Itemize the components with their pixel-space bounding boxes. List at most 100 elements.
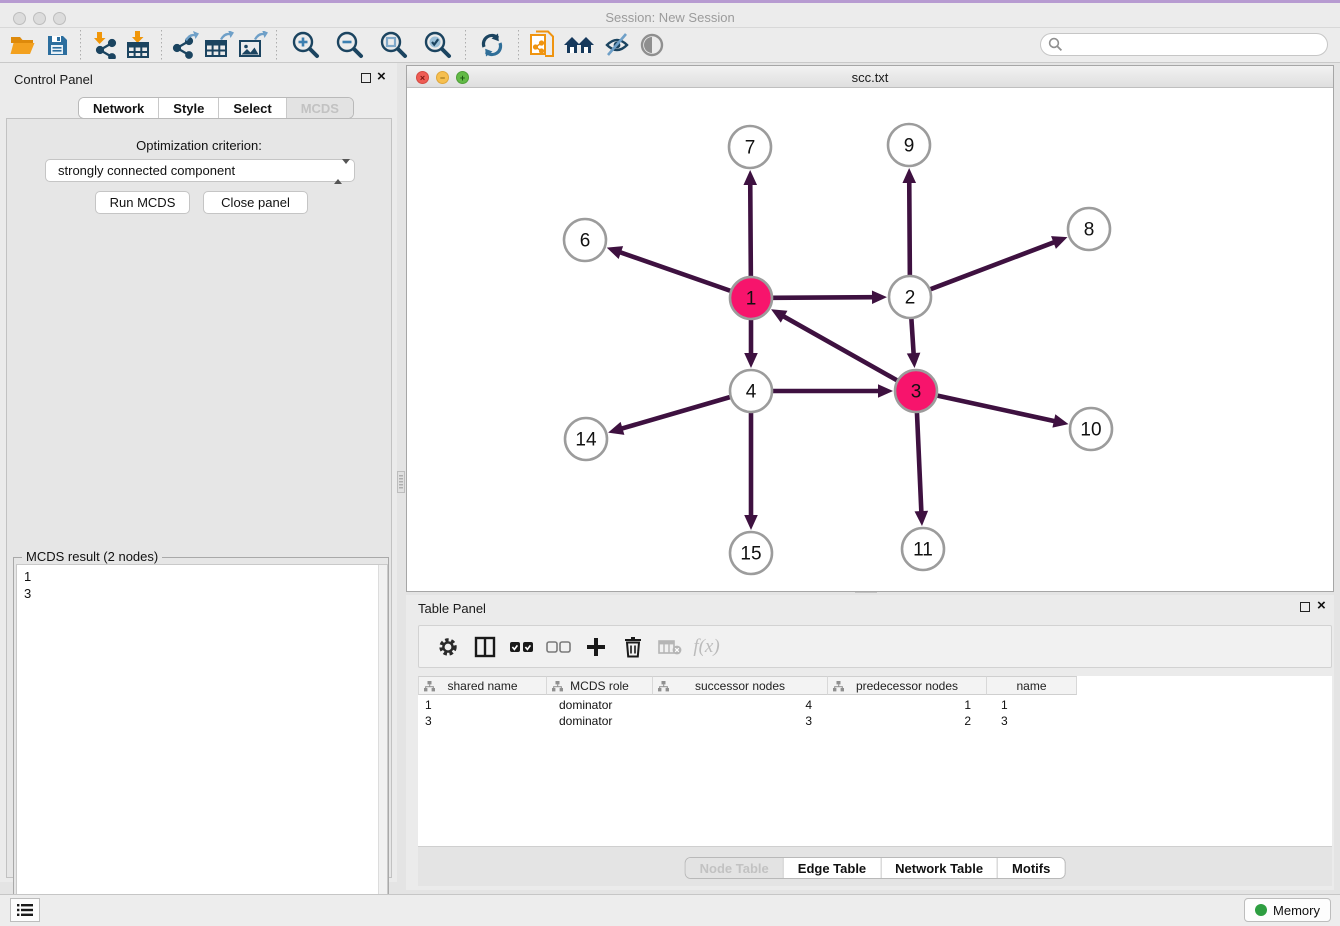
control-panel-title: Control Panel bbox=[14, 72, 93, 87]
graph-node-label: 15 bbox=[740, 544, 761, 565]
task-history-button[interactable] bbox=[10, 898, 40, 922]
table-row[interactable]: 1dominator411 bbox=[418, 697, 1332, 713]
mcds-result-text[interactable]: 1 3 bbox=[16, 564, 388, 926]
tab-select[interactable]: Select bbox=[218, 98, 285, 118]
column-header-name[interactable]: name bbox=[987, 676, 1077, 695]
graph-edge-arrowhead bbox=[743, 170, 757, 185]
tab-mcds[interactable]: MCDS bbox=[286, 98, 353, 118]
column-header-shared-name[interactable]: shared name bbox=[418, 676, 547, 695]
tab-edge-table[interactable]: Edge Table bbox=[783, 858, 880, 878]
close-panel-icon[interactable]: × bbox=[377, 69, 386, 85]
graph-edge-3-10[interactable] bbox=[937, 396, 1056, 422]
column-header-successor-nodes[interactable]: successor nodes bbox=[653, 676, 828, 695]
graph-edge-arrowhead bbox=[608, 422, 624, 435]
dropdown-stepper-icon bbox=[334, 164, 346, 179]
graph-edge-arrowhead bbox=[744, 515, 758, 530]
import-network-icon[interactable] bbox=[87, 29, 121, 61]
network-window-titlebar[interactable]: × − + scc.txt bbox=[407, 66, 1333, 88]
graph-node-label: 10 bbox=[1080, 420, 1101, 441]
graph-edge-1-6[interactable] bbox=[618, 252, 730, 291]
import-table-icon[interactable] bbox=[121, 29, 155, 61]
new-session-from-network-icon[interactable] bbox=[525, 29, 559, 61]
graph-node-label: 4 bbox=[746, 382, 757, 403]
tab-node-table[interactable]: Node Table bbox=[686, 858, 783, 878]
memory-button[interactable]: Memory bbox=[1244, 898, 1331, 922]
table-panel: Table Panel × bbox=[406, 595, 1334, 890]
column-header-MCDS-role[interactable]: MCDS role bbox=[547, 676, 653, 695]
optimization-criterion-dropdown[interactable]: strongly connected component bbox=[45, 159, 355, 182]
zoom-fit-icon[interactable] bbox=[371, 29, 415, 61]
column-header-label: MCDS role bbox=[570, 679, 629, 693]
graph-edge-1-7[interactable] bbox=[750, 182, 751, 276]
graph-edge-arrowhead bbox=[1051, 236, 1067, 249]
tab-motifs[interactable]: Motifs bbox=[997, 858, 1064, 878]
control-panel: Control Panel × Network Style Select MCD… bbox=[0, 63, 397, 882]
table-cell: 4 bbox=[653, 697, 828, 713]
search-input[interactable] bbox=[1063, 35, 1327, 54]
graph-edge-arrowhead bbox=[744, 353, 758, 368]
table-header-row: shared name MCDS role successor nodes prede… bbox=[418, 676, 1077, 695]
deselect-all-icon[interactable] bbox=[540, 629, 577, 665]
delete-table-icon bbox=[651, 629, 688, 665]
graph-node-label: 6 bbox=[580, 231, 591, 252]
graph-edge-2-9[interactable] bbox=[909, 180, 910, 275]
network-canvas[interactable]: 7968124314101511 bbox=[407, 88, 1333, 591]
column-header-predecessor-nodes[interactable]: predecessor nodes bbox=[828, 676, 987, 695]
delete-column-icon[interactable] bbox=[614, 629, 651, 665]
graph-edge-arrowhead bbox=[902, 168, 916, 183]
float-panel-icon[interactable] bbox=[361, 73, 371, 83]
search-field[interactable] bbox=[1040, 33, 1328, 56]
float-table-panel-icon[interactable] bbox=[1300, 602, 1310, 612]
toolbar-separator bbox=[161, 30, 162, 60]
column-header-label: name bbox=[1016, 679, 1046, 693]
table-cell: 3 bbox=[987, 713, 1077, 729]
mcds-tab-content: Optimization criterion: strongly connect… bbox=[6, 118, 392, 878]
graph-node-label: 11 bbox=[913, 540, 933, 561]
column-header-label: predecessor nodes bbox=[856, 679, 958, 693]
tab-network-table[interactable]: Network Table bbox=[880, 858, 997, 878]
zoom-in-icon[interactable] bbox=[283, 29, 327, 61]
mcds-result-group: MCDS result (2 nodes) 1 3 bbox=[13, 557, 389, 926]
hide-selected-icon[interactable] bbox=[601, 29, 635, 61]
open-session-icon[interactable] bbox=[6, 29, 40, 61]
first-neighbors-icon[interactable] bbox=[559, 29, 601, 61]
zoom-out-icon[interactable] bbox=[327, 29, 371, 61]
node-table: shared name MCDS role successor nodes prede… bbox=[418, 676, 1332, 846]
column-header-label: successor nodes bbox=[695, 679, 785, 693]
show-all-icon[interactable] bbox=[635, 29, 669, 61]
memory-label: Memory bbox=[1273, 903, 1320, 918]
save-session-icon[interactable] bbox=[40, 29, 74, 61]
settings-gear-icon[interactable] bbox=[429, 629, 466, 665]
tab-network[interactable]: Network bbox=[79, 98, 158, 118]
graph-edge-arrowhead bbox=[872, 290, 887, 304]
tab-style[interactable]: Style bbox=[158, 98, 218, 118]
close-panel-button[interactable]: Close panel bbox=[203, 191, 308, 214]
graph-edge-arrowhead bbox=[907, 353, 921, 368]
task-list-icon bbox=[17, 903, 33, 917]
result-scrollbar[interactable] bbox=[378, 565, 387, 926]
table-tabs-region: Node Table Edge Table Network Table Moti… bbox=[418, 846, 1332, 886]
column-header-label: shared name bbox=[447, 679, 517, 693]
window-title: Session: New Session bbox=[0, 10, 1340, 25]
graph-edge-2-3[interactable] bbox=[911, 319, 913, 356]
close-table-panel-icon[interactable]: × bbox=[1317, 598, 1326, 614]
toggle-panes-icon[interactable] bbox=[466, 629, 503, 665]
titlebar[interactable]: Session: New Session bbox=[0, 3, 1340, 28]
vertical-splitter-handle[interactable] bbox=[397, 471, 405, 493]
table-toolbar: f(x) bbox=[418, 625, 1332, 668]
graph-edge-3-1[interactable] bbox=[781, 315, 896, 380]
graph-edge-2-8[interactable] bbox=[931, 241, 1057, 289]
export-image-icon[interactable] bbox=[236, 29, 270, 61]
zoom-selected-icon[interactable] bbox=[415, 29, 459, 61]
table-row[interactable]: 3dominator323 bbox=[418, 713, 1332, 729]
graph-edge-3-11[interactable] bbox=[917, 413, 921, 514]
run-mcds-button[interactable]: Run MCDS bbox=[95, 191, 190, 214]
export-network-icon[interactable] bbox=[168, 29, 202, 61]
export-table-icon[interactable] bbox=[202, 29, 236, 61]
add-column-icon[interactable] bbox=[577, 629, 614, 665]
select-all-icon[interactable] bbox=[503, 629, 540, 665]
refresh-icon[interactable] bbox=[472, 29, 512, 61]
graph-edge-4-14[interactable] bbox=[620, 397, 730, 429]
graph-edge-1-2[interactable] bbox=[773, 297, 875, 298]
mcds-result-title: MCDS result (2 nodes) bbox=[22, 549, 162, 564]
